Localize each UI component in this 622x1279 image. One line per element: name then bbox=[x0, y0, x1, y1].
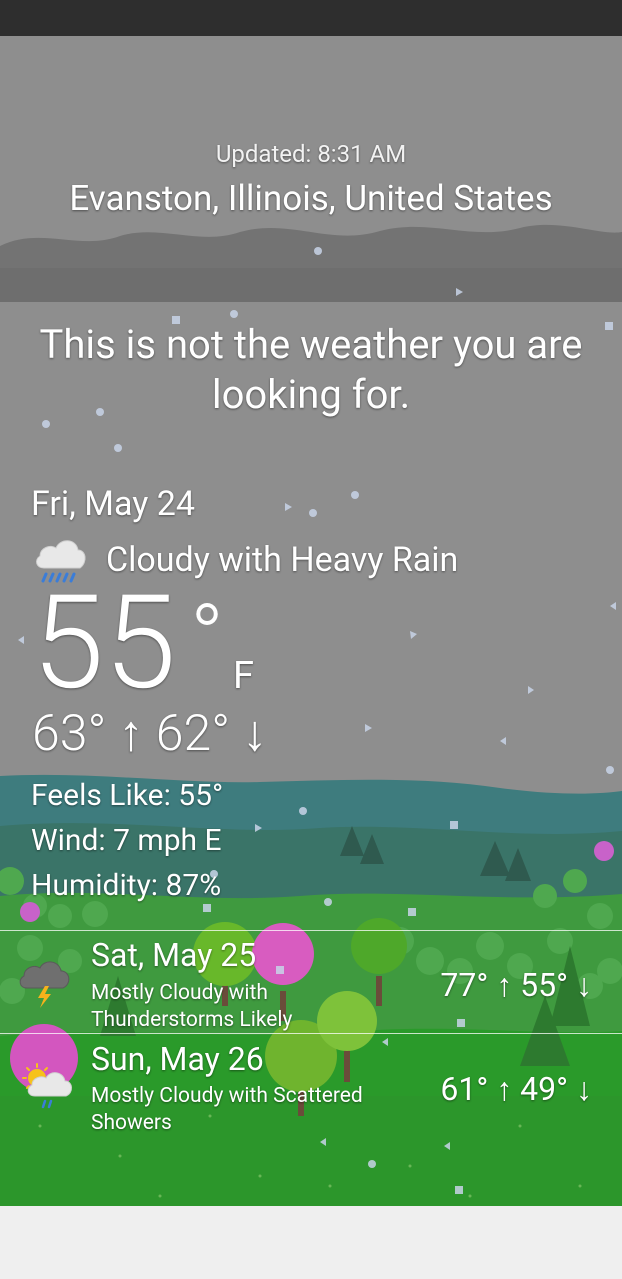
updated-time: Updated: 8:31 AM bbox=[215, 140, 407, 168]
forecast-description: Mostly Cloudy with Thunderstorms Likely bbox=[91, 981, 293, 1032]
location-name[interactable]: Evanston, Illinois, United States bbox=[0, 178, 622, 219]
forecast-description: Mostly Cloudy with Scattered Showers bbox=[91, 1084, 363, 1135]
cloud-thunderstorm-icon bbox=[17, 958, 75, 1010]
forecast-high-low: 77° ↑ 55° ↓ bbox=[440, 966, 592, 1004]
forecast-divider bbox=[0, 1033, 622, 1034]
degree-symbol: ° bbox=[190, 585, 225, 690]
forecast-day: Sat, May 25 bbox=[91, 936, 257, 974]
forecast-high-low: 61° ↑ 49° ↓ bbox=[440, 1070, 592, 1108]
current-date: Fri, May 24 bbox=[31, 484, 195, 524]
bottom-navigation-area bbox=[0, 1206, 622, 1279]
current-temperature: 55 bbox=[32, 566, 177, 719]
forecast-day: Sun, May 26 bbox=[91, 1040, 264, 1078]
temperature-unit[interactable]: F bbox=[233, 654, 254, 698]
wind: Wind: 7 mph E bbox=[31, 823, 222, 858]
sun-cloud-showers-icon bbox=[17, 1062, 75, 1114]
feels-like: Feels Like: 55° bbox=[31, 778, 224, 813]
current-high-low: 63° ↑ 62° ↓ bbox=[32, 705, 268, 763]
humidity: Humidity: 87% bbox=[31, 868, 222, 903]
tagline: This is not the weather you are looking … bbox=[39, 321, 583, 418]
status-bar bbox=[0, 0, 622, 36]
forecast-divider bbox=[0, 930, 622, 931]
